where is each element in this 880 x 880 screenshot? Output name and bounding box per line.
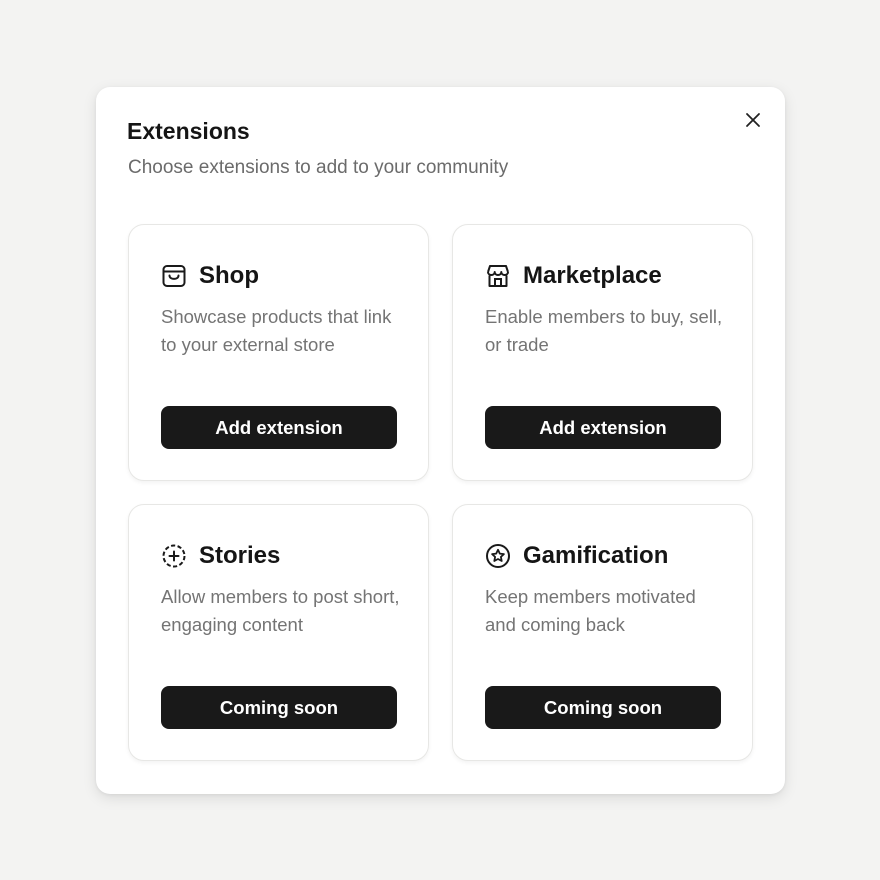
extension-card-marketplace: Marketplace Enable members to buy, sell,… <box>452 224 753 481</box>
card-title: Marketplace <box>523 262 662 289</box>
card-description: Keep members motivated and coming back <box>485 586 696 635</box>
modal-title: Extensions <box>127 118 250 144</box>
add-shop-extension-button[interactable]: Add extension <box>161 406 397 449</box>
card-description: Allow members to post short, engaging co… <box>161 586 400 635</box>
extension-card-stories: Stories Allow members to post short, eng… <box>128 504 429 761</box>
close-button[interactable] <box>742 109 764 131</box>
card-description: Showcase products that link to your exte… <box>161 306 392 355</box>
card-header: Shop <box>161 261 259 291</box>
stories-coming-soon-button[interactable]: Coming soon <box>161 686 397 729</box>
gamification-coming-soon-button[interactable]: Coming soon <box>485 686 721 729</box>
extension-card-gamification: Gamification Keep members motivated and … <box>452 504 753 761</box>
extension-card-shop: Shop Showcase products that link to your… <box>128 224 429 481</box>
card-title: Stories <box>199 542 281 569</box>
card-title: Shop <box>199 262 259 289</box>
shopping-bag-icon <box>161 262 189 290</box>
extensions-modal: Extensions Choose extensions to add to y… <box>96 87 785 794</box>
card-header: Stories <box>161 541 280 571</box>
dashed-circle-plus-icon <box>161 542 189 570</box>
storefront-icon <box>485 262 513 290</box>
add-marketplace-extension-button[interactable]: Add extension <box>485 406 721 449</box>
card-title: Gamification <box>523 542 669 569</box>
star-badge-icon <box>485 542 513 570</box>
card-description: Enable members to buy, sell, or trade <box>485 306 723 355</box>
card-header: Gamification <box>485 541 668 571</box>
card-header: Marketplace <box>485 261 662 291</box>
modal-subtitle: Choose extensions to add to your communi… <box>128 157 509 178</box>
close-icon <box>746 113 760 127</box>
